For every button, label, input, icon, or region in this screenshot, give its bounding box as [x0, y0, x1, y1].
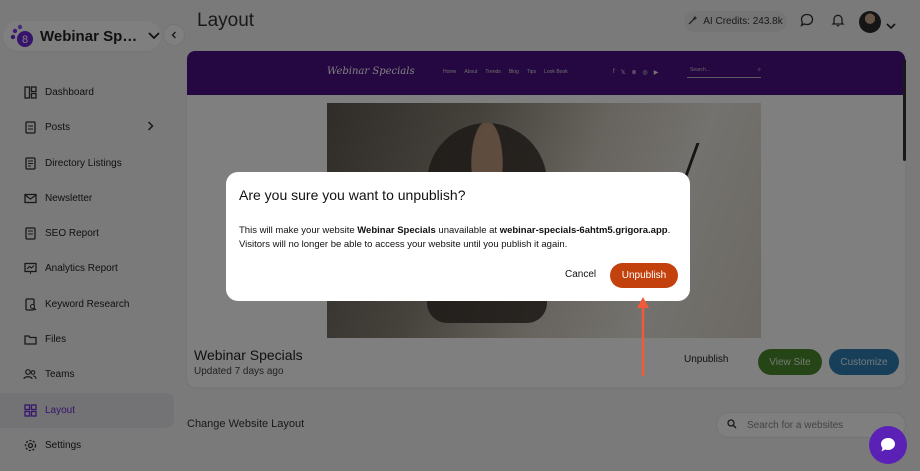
- cancel-button[interactable]: Cancel: [565, 269, 596, 280]
- dialog-text: unavailable at: [435, 225, 500, 236]
- confirm-unpublish-button[interactable]: Unpublish: [610, 263, 678, 288]
- annotation-arrow-icon: [637, 297, 649, 376]
- dialog-text: .: [667, 225, 671, 236]
- support-chat-button[interactable]: [869, 426, 907, 464]
- chat-icon: [881, 438, 895, 452]
- dialog-title: Are you sure you want to unpublish?: [239, 187, 466, 203]
- dialog-domain: webinar-specials-6ahtm5.grigora.app: [499, 225, 668, 236]
- dialog-message: This will make your website Webinar Spec…: [239, 224, 679, 252]
- dialog-text: Visitors will no longer be able to acces…: [239, 239, 568, 250]
- dialog-site-name: Webinar Specials: [357, 225, 436, 236]
- dialog-text: This will make your website: [239, 225, 358, 236]
- unpublish-confirm-dialog: Are you sure you want to unpublish? This…: [226, 172, 690, 301]
